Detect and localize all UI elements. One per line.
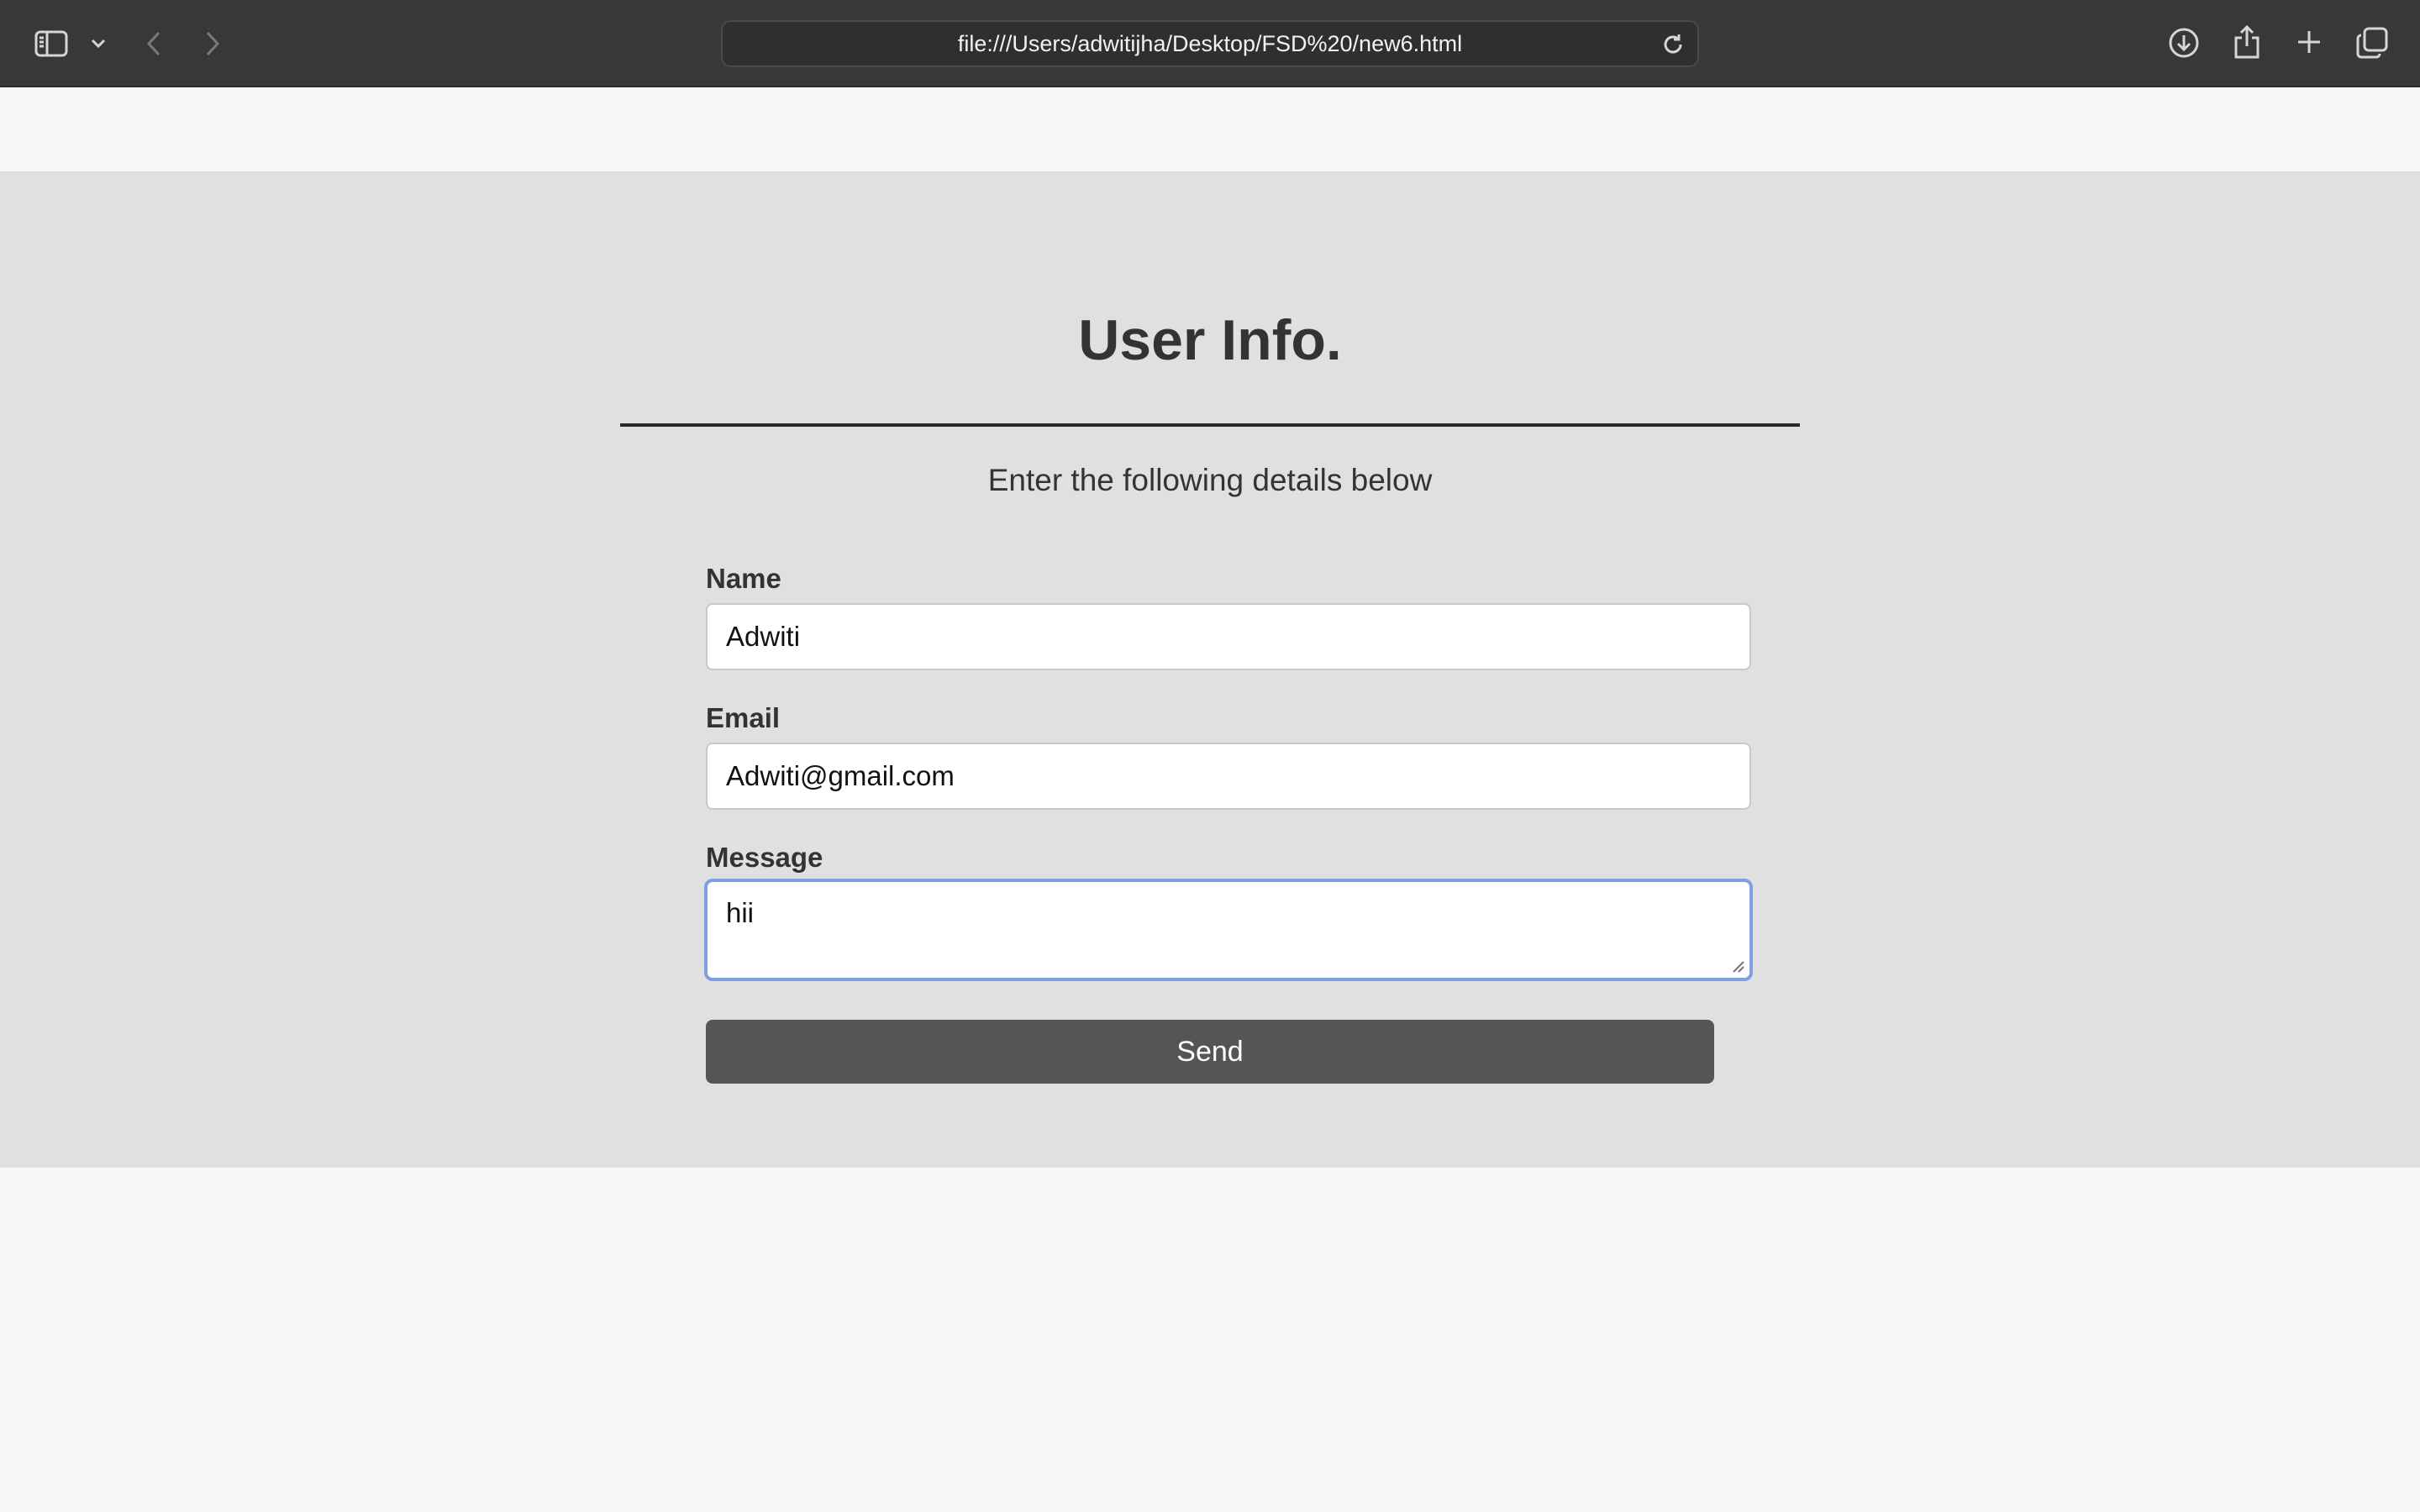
form-subtitle: Enter the following details below (987, 463, 1433, 497)
name-value: Adwiti (726, 621, 801, 652)
address-bar[interactable]: file:///Users/adwitijha/Desktop/FSD%20/n… (721, 20, 1699, 67)
message-label: Message (706, 842, 823, 873)
forward-icon[interactable] (200, 27, 225, 60)
name-field[interactable]: Adwiti (706, 603, 1751, 670)
download-icon[interactable] (2166, 25, 2202, 60)
browser-toolbar: file:///Users/adwitijha/Desktop/FSD%20/n… (0, 0, 2420, 87)
message-textarea[interactable]: hii (704, 879, 1753, 981)
tabs-overview-icon[interactable] (2354, 25, 2390, 60)
message-value: hii (726, 897, 755, 928)
email-value: Adwiti@gmail.com (726, 760, 955, 791)
resize-grip-icon[interactable] (1731, 959, 1744, 973)
share-icon[interactable] (2230, 22, 2264, 62)
url-text[interactable]: file:///Users/adwitijha/Desktop/FSD%20/n… (723, 22, 1697, 66)
new-tab-icon[interactable] (2292, 25, 2326, 59)
email-label: Email (706, 702, 781, 733)
reload-icon[interactable] (1660, 32, 1686, 57)
title-divider (620, 423, 1800, 427)
chevron-down-icon[interactable] (87, 32, 109, 55)
sidebar-icon[interactable] (32, 25, 71, 62)
back-icon[interactable] (141, 27, 166, 60)
email-field[interactable]: Adwiti@gmail.com (706, 743, 1751, 810)
send-button[interactable]: Send (706, 1020, 1714, 1084)
name-label: Name (706, 563, 781, 594)
page-title: User Info. (1078, 308, 1342, 372)
